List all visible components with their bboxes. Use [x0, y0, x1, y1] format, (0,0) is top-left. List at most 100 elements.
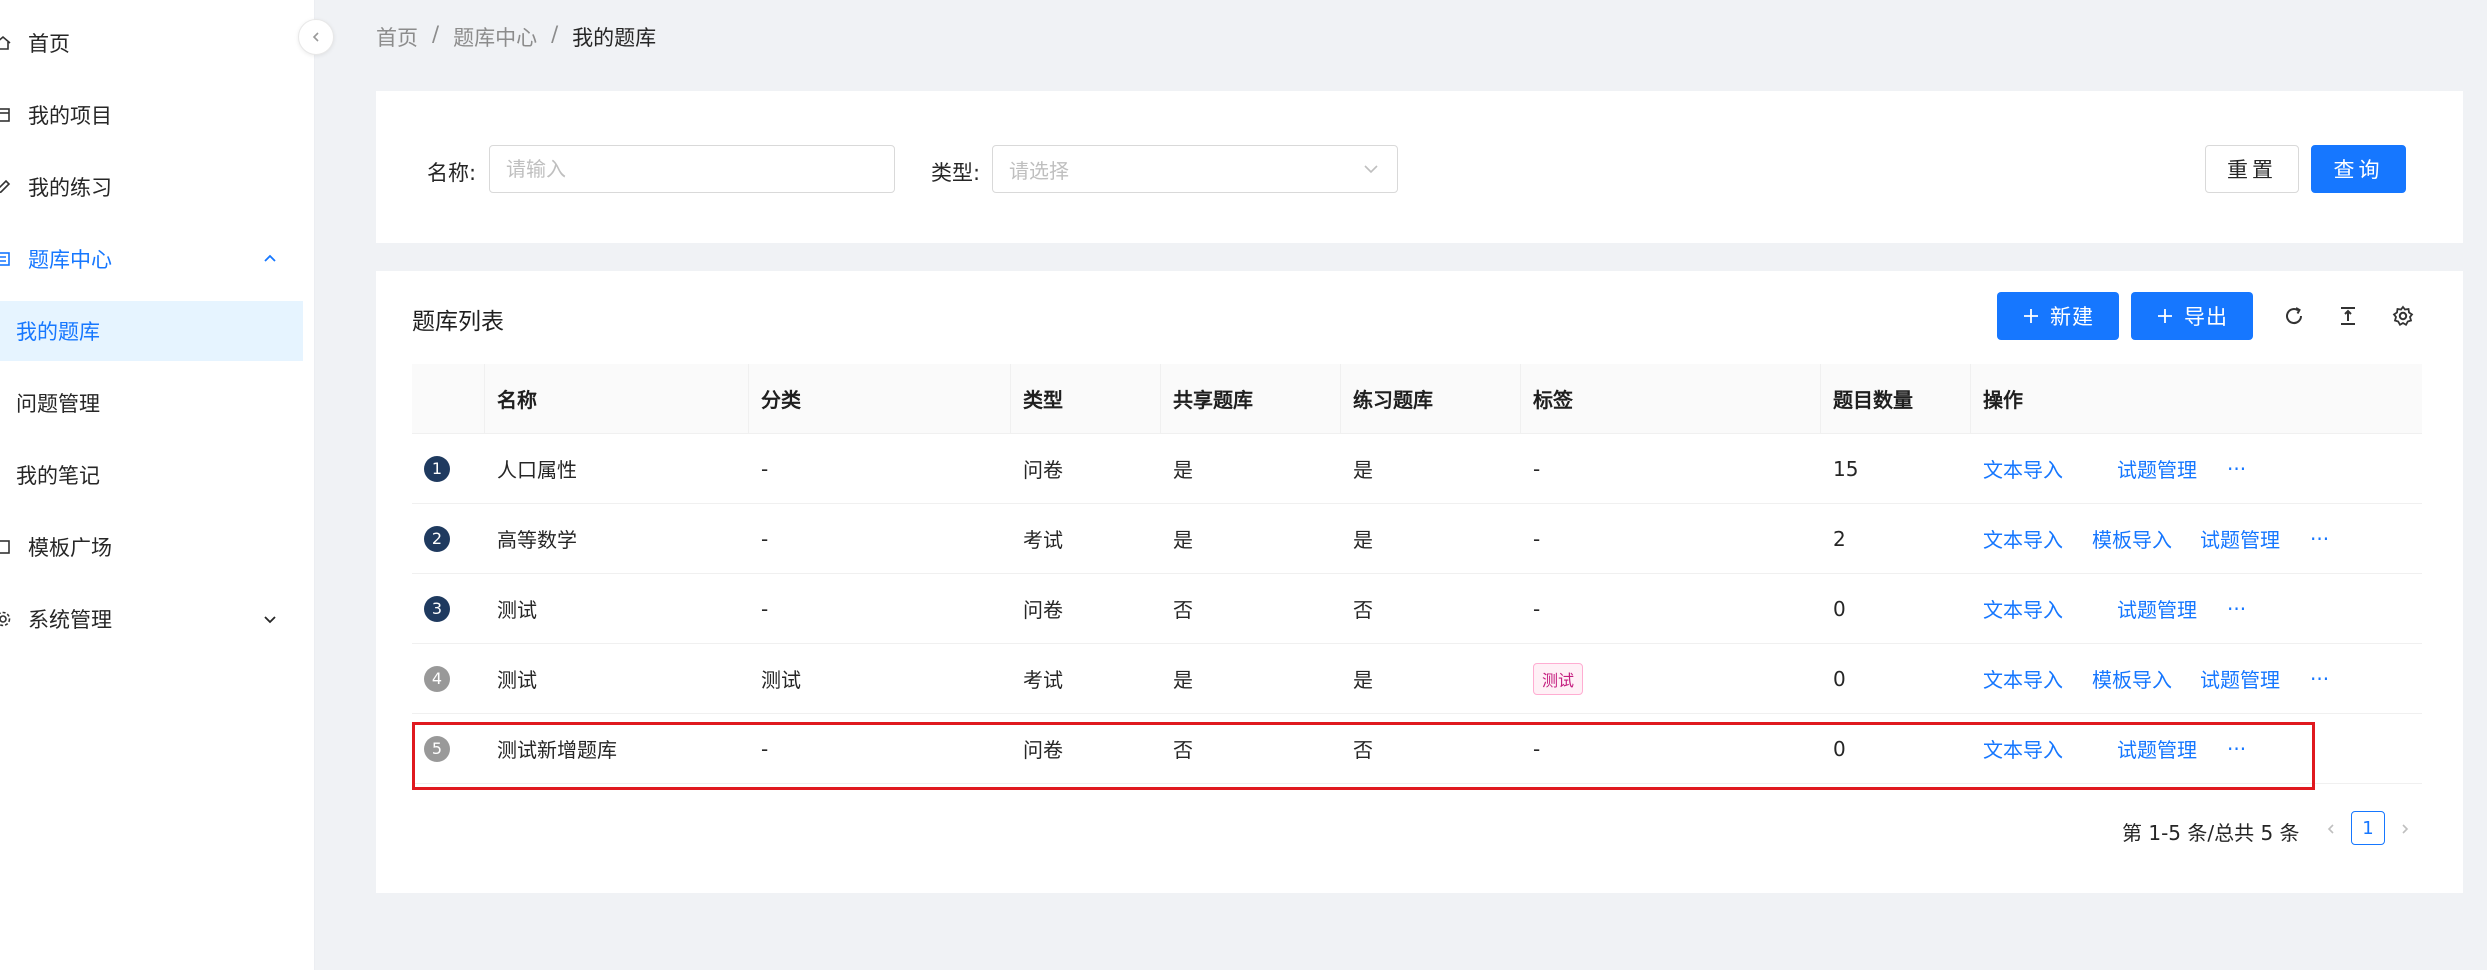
text-import-link[interactable]: 文本导入	[1983, 714, 2063, 783]
more-actions-icon[interactable]: ···	[2227, 434, 2246, 503]
column-header-actions: 操作	[1983, 388, 2023, 412]
column-header-category: 分类	[761, 388, 801, 412]
cell-count: 0	[1833, 596, 1846, 621]
reset-button[interactable]: 重置	[2205, 145, 2299, 193]
table-row[interactable]: 2 高等数学 - 考试 是 是 - 2 文本导入 模板导入 试题管理 ···	[412, 504, 2422, 574]
cell-type: 问卷	[1023, 458, 1063, 482]
home-icon	[0, 34, 12, 52]
cell-practice: 是	[1353, 458, 1373, 482]
column-header-shared: 共享题库	[1173, 388, 1253, 412]
cell-type: 考试	[1023, 528, 1063, 552]
cell-shared: 是	[1173, 458, 1193, 482]
cell-category: -	[761, 526, 769, 551]
query-button[interactable]: 查询	[2311, 145, 2406, 193]
cell-category: -	[761, 456, 769, 481]
table-row[interactable]: 5 测试新增题库 - 问卷 否 否 - 0 文本导入 试题管理 ···	[412, 714, 2422, 784]
sidebar-item-label: 我的练习	[28, 176, 112, 200]
sidebar-item-label: 我的题库	[16, 320, 100, 344]
name-search-input[interactable]	[489, 145, 895, 193]
breadcrumb-home[interactable]: 首页	[376, 22, 418, 52]
sidebar-item-question-management[interactable]: 问题管理	[0, 373, 303, 433]
question-management-link[interactable]: 试题管理	[2117, 574, 2197, 643]
pagination-page-current[interactable]: 1	[2351, 811, 2385, 845]
table-title: 题库列表	[412, 309, 504, 335]
gear-icon	[0, 610, 12, 628]
plus-icon	[2158, 309, 2172, 323]
breadcrumb-separator: /	[551, 22, 559, 46]
text-import-link[interactable]: 文本导入	[1983, 504, 2063, 573]
cell-count: 0	[1833, 666, 1846, 691]
text-import-link[interactable]: 文本导入	[1983, 434, 2063, 503]
sidebar-item-label: 我的笔记	[16, 464, 100, 488]
column-divider	[748, 364, 749, 433]
cell-shared: 否	[1173, 738, 1193, 762]
pagination-prev-button[interactable]	[2316, 814, 2346, 844]
question-management-link[interactable]: 试题管理	[2200, 504, 2280, 573]
settings-icon[interactable]	[2389, 302, 2417, 330]
cell-count: 2	[1833, 526, 1846, 551]
cell-name: 测试新增题库	[497, 738, 617, 762]
breadcrumb: 首页 / 题库中心 / 我的题库	[376, 22, 656, 52]
question-management-link[interactable]: 试题管理	[2117, 714, 2197, 783]
cell-tag: -	[1533, 596, 1541, 621]
cell-practice: 是	[1353, 528, 1373, 552]
sidebar-item-my-notes[interactable]: 我的笔记	[0, 445, 303, 505]
project-icon	[0, 106, 12, 124]
sidebar-item-question-bank-center[interactable]: 题库中心	[0, 229, 303, 289]
more-actions-icon[interactable]: ···	[2310, 504, 2329, 573]
column-divider	[1010, 364, 1011, 433]
text-import-link[interactable]: 文本导入	[1983, 574, 2063, 643]
cell-shared: 是	[1173, 668, 1193, 692]
export-button-label: 导出	[2184, 305, 2228, 329]
more-actions-icon[interactable]: ···	[2227, 574, 2246, 643]
table-row[interactable]: 1 人口属性 - 问卷 是 是 - 15 文本导入 试题管理 ···	[412, 434, 2422, 504]
column-divider	[1340, 364, 1341, 433]
type-select-placeholder: 请选择	[1009, 158, 1069, 183]
cell-shared: 否	[1173, 598, 1193, 622]
sidebar-item-label: 首页	[28, 32, 70, 56]
more-actions-icon[interactable]: ···	[2227, 714, 2246, 783]
cell-type: 考试	[1023, 668, 1063, 692]
breadcrumb-question-bank-center[interactable]: 题库中心	[453, 22, 537, 52]
export-button[interactable]: 导出	[2131, 292, 2253, 340]
refresh-icon[interactable]	[2280, 302, 2308, 330]
table-header-row: 名称 分类 类型 共享题库 练习题库 标签 题目数量 操作	[412, 364, 2422, 434]
sidebar: 首页 我的项目 我的练习 题库中心 我的题库 问题管理 我的笔记 模板广场 系统…	[0, 0, 315, 970]
table-row[interactable]: 4 测试 测试 考试 是 是 测试 0 文本导入 模板导入 试题管理 ···	[412, 644, 2422, 714]
row-index-badge: 2	[424, 525, 450, 552]
sidebar-item-label: 我的项目	[28, 104, 112, 128]
new-button-label: 新建	[2050, 305, 2094, 329]
table-row[interactable]: 3 测试 - 问卷 否 否 - 0 文本导入 试题管理 ···	[412, 574, 2422, 644]
more-actions-icon[interactable]: ···	[2310, 644, 2329, 713]
sidebar-item-home[interactable]: 首页	[0, 13, 303, 73]
column-divider	[1970, 364, 1971, 433]
chevron-left-icon	[312, 32, 319, 42]
cell-tag: -	[1533, 526, 1541, 551]
sidebar-item-my-question-bank[interactable]: 我的题库	[0, 301, 303, 361]
column-height-icon[interactable]	[2334, 302, 2362, 330]
row-index-badge: 1	[424, 455, 450, 482]
text-import-link[interactable]: 文本导入	[1983, 644, 2063, 713]
column-divider	[484, 364, 485, 433]
column-header-tag: 标签	[1533, 388, 1573, 412]
cell-category: -	[761, 736, 769, 761]
sidebar-item-label: 模板广场	[28, 536, 112, 560]
breadcrumb-separator: /	[432, 22, 440, 46]
template-import-link[interactable]: 模板导入	[2092, 644, 2172, 713]
question-management-link[interactable]: 试题管理	[2117, 434, 2197, 503]
template-import-link[interactable]: 模板导入	[2092, 504, 2172, 573]
question-management-link[interactable]: 试题管理	[2200, 644, 2280, 713]
new-button[interactable]: 新建	[1997, 292, 2119, 340]
cell-name: 测试	[497, 598, 537, 622]
sidebar-item-system-management[interactable]: 系统管理	[0, 589, 303, 649]
sidebar-item-template-square[interactable]: 模板广场	[0, 517, 303, 577]
sidebar-item-my-practice[interactable]: 我的练习	[0, 157, 303, 217]
column-header-name: 名称	[497, 388, 537, 412]
cell-name: 人口属性	[497, 458, 577, 482]
sidebar-item-my-projects[interactable]: 我的项目	[0, 85, 303, 145]
cell-category: 测试	[761, 668, 801, 692]
pagination-next-button[interactable]	[2390, 814, 2420, 844]
column-divider	[1160, 364, 1161, 433]
sidebar-collapse-button[interactable]	[298, 19, 334, 55]
type-select[interactable]: 请选择	[992, 145, 1398, 193]
